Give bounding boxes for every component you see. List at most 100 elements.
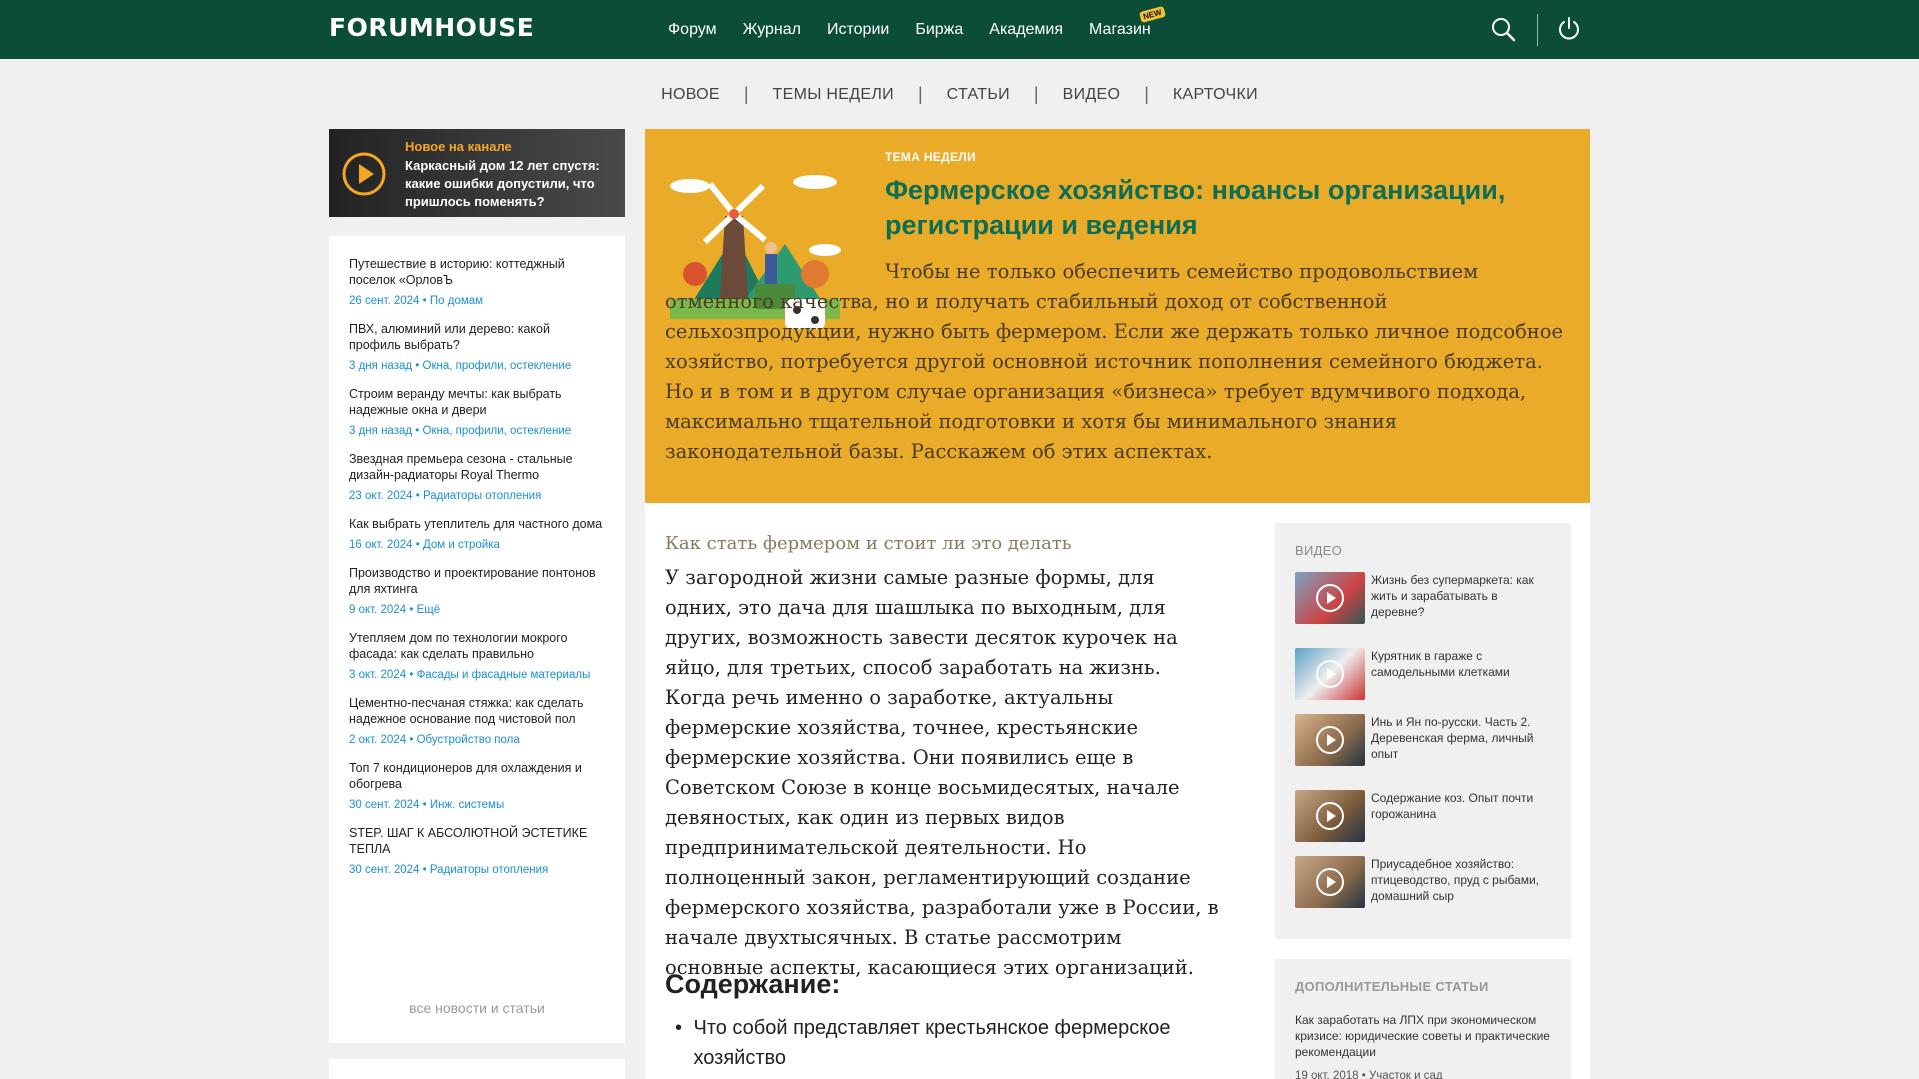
meta-separator: • — [422, 799, 427, 811]
news-category[interactable]: Инж. системы — [430, 799, 504, 811]
news-date: 30 сент. 2024 — [349, 799, 420, 811]
news-title[interactable]: Звездная премьера сезона - стальные диза… — [349, 451, 605, 483]
next-widget — [329, 1059, 625, 1079]
news-list: Путешествие в историю: коттеджный посело… — [329, 236, 625, 1043]
news-date: 3 дня назад — [349, 425, 413, 437]
news-category[interactable]: Обустройство пола — [417, 734, 520, 746]
video-item[interactable]: Жизнь без супермаркета: как жить и зараб… — [1295, 572, 1551, 624]
video-widget: ВИДЕО Жизнь без супермаркета: как жить и… — [1275, 523, 1571, 939]
video-title[interactable]: Инь и Ян по-русски. Часть 2. Деревенская… — [1371, 714, 1551, 766]
tab-separator: | — [917, 84, 923, 104]
news-category[interactable]: Дом и стройка — [423, 539, 500, 551]
meta-separator: • — [415, 539, 420, 551]
news-title[interactable]: Производство и проектирование понтонов д… — [349, 565, 605, 597]
article-category[interactable]: Участок и сад — [1369, 1070, 1443, 1079]
meta-separator: • — [409, 604, 414, 616]
header-divider — [1537, 14, 1538, 46]
promo-kicker: Новое на канале — [405, 139, 512, 154]
channel-promo[interactable]: Новое на канале Каркасный дом 12 лет спу… — [329, 129, 625, 217]
video-title[interactable]: Курятник в гараже с самодельными клеткам… — [1371, 648, 1551, 700]
video-widget-heading: ВИДЕО — [1295, 543, 1343, 558]
search-icon[interactable] — [1490, 16, 1516, 42]
news-title[interactable]: Путешествие в историю: коттеджный посело… — [349, 256, 605, 288]
video-title[interactable]: Жизнь без супермаркета: как жить и зараб… — [1371, 572, 1551, 624]
meta-separator: • — [409, 669, 414, 681]
news-meta: 16 окт. 2024 • Дом и стройка — [349, 539, 605, 551]
video-thumbnail[interactable] — [1295, 790, 1365, 842]
video-title[interactable]: Содержание коз. Опыт почти горожанина — [1371, 790, 1551, 842]
toc-item[interactable]: • Что собой представляет крестьянское фе… — [665, 1013, 1225, 1073]
news-category[interactable]: Радиаторы отопления — [430, 864, 548, 876]
news-title[interactable]: Как выбрать утеплитель для частного дома — [349, 516, 605, 532]
news-title[interactable]: Топ 7 кондиционеров для охлаждения и обо… — [349, 760, 605, 792]
top-header: FORUMHOUSE Форум Журнал Истории Биржа Ак… — [0, 0, 1919, 59]
feature-title[interactable]: Фермерское хозяйство: нюансы организации… — [885, 173, 1565, 243]
tab-articles[interactable]: СТАТЬИ — [947, 86, 1010, 104]
list-item[interactable]: Топ 7 кондиционеров для охлаждения и обо… — [349, 760, 605, 811]
nav-shop[interactable]: Магазин NEW — [1089, 5, 1166, 39]
list-item[interactable]: Утепляем дом по технологии мокрого фасад… — [349, 630, 605, 681]
promo-title[interactable]: Каркасный дом 12 лет спустя: какие ошибк… — [405, 157, 617, 211]
main-nav: Форум Журнал Истории Биржа Академия Мага… — [668, 0, 1177, 59]
play-icon — [1316, 868, 1344, 896]
news-category[interactable]: Окна, профили, остекление — [423, 360, 572, 372]
news-category[interactable]: Ещё — [417, 604, 441, 616]
news-title[interactable]: Утепляем дом по технологии мокрого фасад… — [349, 630, 605, 662]
news-title[interactable]: Строим веранду мечты: как выбрать надежн… — [349, 386, 605, 418]
news-category[interactable]: Фасады и фасадные материалы — [417, 669, 591, 681]
topic-of-week[interactable]: ТЕМА НЕДЕЛИ Фермерское хозяйство: нюансы… — [645, 129, 1590, 503]
news-title[interactable]: STEP. ШАГ К АБСОЛЮТНОЙ ЭСТЕТИКЕ ТЕПЛА — [349, 825, 605, 857]
news-title[interactable]: Цементно-песчаная стяжка: как сделать на… — [349, 695, 605, 727]
news-date: 9 окт. 2024 — [349, 604, 407, 616]
news-meta: 23 окт. 2024 • Радиаторы отопления — [349, 490, 605, 502]
toc-link[interactable]: Что собой представляет крестьянское ферм… — [693, 1013, 1225, 1073]
news-title[interactable]: ПВХ, алюминий или дерево: какой профиль … — [349, 321, 605, 353]
new-badge: NEW — [1139, 5, 1166, 23]
tab-topics-week[interactable]: ТЕМЫ НЕДЕЛИ — [773, 86, 894, 104]
list-item[interactable]: ПВХ, алюминий или дерево: какой профиль … — [349, 321, 605, 372]
video-item[interactable]: Инь и Ян по-русски. Часть 2. Деревенская… — [1295, 714, 1551, 766]
tab-video[interactable]: ВИДЕО — [1063, 86, 1121, 104]
list-item[interactable]: Производство и проектирование понтонов д… — [349, 565, 605, 616]
news-meta: 2 окт. 2024 • Обустройство пола — [349, 734, 605, 746]
play-icon — [1316, 726, 1344, 754]
news-meta: 30 сент. 2024 • Радиаторы отопления — [349, 864, 605, 876]
list-item[interactable]: STEP. ШАГ К АБСОЛЮТНОЙ ЭСТЕТИКЕ ТЕПЛА 30… — [349, 825, 605, 876]
news-date: 23 окт. 2024 — [349, 490, 413, 502]
additional-articles-heading: ДОПОЛНИТЕЛЬНЫЕ СТАТЬИ — [1295, 979, 1489, 994]
tab-separator: | — [1144, 84, 1149, 104]
video-thumbnail[interactable] — [1295, 714, 1365, 766]
nav-academy[interactable]: Академия — [989, 21, 1063, 39]
video-title[interactable]: Приусадебное хозяйство: птицеводство, пр… — [1371, 856, 1551, 908]
tab-new[interactable]: НОВОЕ — [661, 86, 720, 104]
play-icon — [1316, 660, 1344, 688]
news-category[interactable]: Окна, профили, остекление — [423, 425, 572, 437]
nav-forum[interactable]: Форум — [668, 21, 717, 39]
video-thumbnail[interactable] — [1295, 856, 1365, 908]
video-thumbnail[interactable] — [1295, 572, 1365, 624]
video-item[interactable]: Содержание коз. Опыт почти горожанина — [1295, 790, 1551, 842]
additional-articles-widget: ДОПОЛНИТЕЛЬНЫЕ СТАТЬИ Как заработать на … — [1275, 959, 1571, 1079]
tab-cards[interactable]: КАРТОЧКИ — [1173, 86, 1258, 104]
video-item[interactable]: Приусадебное хозяйство: птицеводство, пр… — [1295, 856, 1551, 908]
nav-journal[interactable]: Журнал — [743, 21, 801, 39]
additional-article-title[interactable]: Как заработать на ЛПХ при экономическом … — [1295, 1012, 1551, 1060]
play-icon[interactable] — [341, 151, 387, 197]
all-news-link[interactable]: все новости и статьи — [329, 1000, 625, 1016]
list-item[interactable]: Звездная премьера сезона - стальные диза… — [349, 451, 605, 502]
feature-lead: Чтобы не только обеспечить семейство про… — [665, 260, 1564, 463]
news-category[interactable]: По домам — [430, 295, 483, 307]
nav-exchange[interactable]: Биржа — [915, 21, 963, 39]
news-category[interactable]: Радиаторы отопления — [423, 490, 541, 502]
list-item[interactable]: Строим веранду мечты: как выбрать надежн… — [349, 386, 605, 437]
video-thumbnail[interactable] — [1295, 648, 1365, 700]
list-item[interactable]: Как выбрать утеплитель для частного дома… — [349, 516, 605, 551]
meta-separator: • — [415, 425, 420, 437]
power-icon[interactable] — [1556, 16, 1582, 42]
nav-stories[interactable]: Истории — [827, 21, 889, 39]
video-item[interactable]: Курятник в гараже с самодельными клеткам… — [1295, 648, 1551, 700]
list-item[interactable]: Цементно-песчаная стяжка: как сделать на… — [349, 695, 605, 746]
site-logo[interactable]: FORUMHOUSE — [329, 13, 534, 42]
play-icon — [1316, 584, 1344, 612]
list-item[interactable]: Путешествие в историю: коттеджный посело… — [349, 256, 605, 307]
